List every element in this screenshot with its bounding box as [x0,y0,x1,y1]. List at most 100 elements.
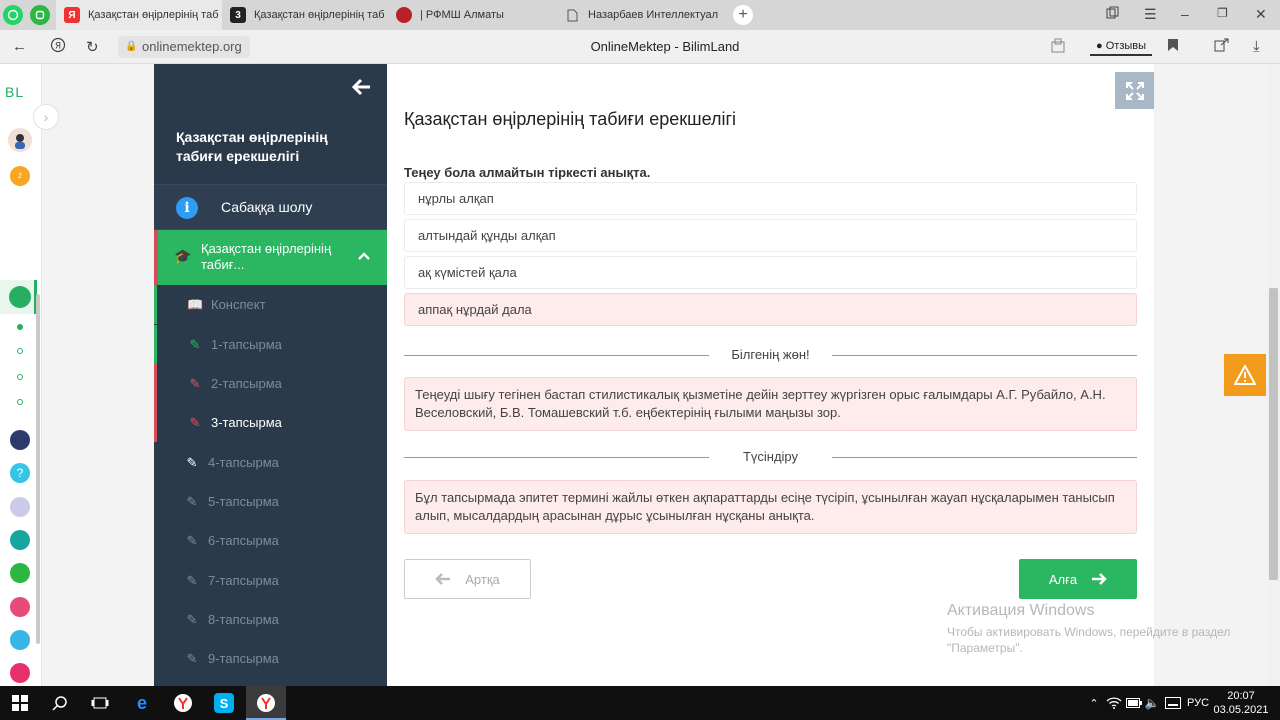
next-button[interactable]: Алға [1019,559,1137,599]
fullscreen-button[interactable] [1115,72,1154,109]
lesson-title: Қазақстан өңірлерінің табиғи ерекшелігі [176,129,328,164]
tab-3[interactable]: | РФМШ Алматы [390,0,554,30]
content-title: Қазақстан өңірлерінің табиғи ерекшелігі [404,109,737,129]
tab-2[interactable]: 3 Қазақстан өңірлерінің таб [224,0,386,30]
battery-icon[interactable] [1124,693,1144,713]
skype-icon[interactable]: S [214,693,234,713]
option-label: нұрлы алқап [418,191,494,206]
back-icon[interactable]: ← [12,38,27,55]
restore-icon[interactable]: ❐ [1217,6,1228,20]
tab-label: Қазақстан өңірлерінің таб [254,9,385,21]
report-error-button[interactable] [1224,354,1266,396]
lesson-navigation: Қазақстан өңірлерінің табиғи ерекшелігі … [154,64,387,686]
bilim-class-icon[interactable] [10,597,30,617]
step-dot[interactable] [17,399,23,405]
close-icon[interactable]: ✕ [1255,6,1267,23]
bilimland-app-icon[interactable] [10,563,30,583]
sidebar-item-task-7[interactable]: ✎ 7-тапсырма [154,561,387,600]
explanation-divider: Түсіндіру [404,448,1137,466]
step-dot[interactable] [17,348,23,354]
bilim-media-icon[interactable] [10,530,30,550]
collections-icon[interactable] [1106,6,1119,22]
sidebar-item-task-8[interactable]: ✎ 8-тапсырма [154,600,387,639]
tuig-icon[interactable] [10,663,30,683]
yandex-browser-icon [257,694,275,712]
yandex-browser-active-taskbar[interactable] [246,686,286,720]
sidebar-item-label: 6-тапсырма [208,533,279,548]
sidebar-item-task-3[interactable]: ✎ 3-тапсырма [154,403,387,442]
wifi-icon[interactable] [1104,693,1124,713]
keyboard-tray-icon[interactable] [1163,693,1183,713]
notification-badge[interactable]: 2 [10,166,30,186]
option-label: алтындай құнды алқап [418,228,556,243]
help-icon[interactable]: ? [10,463,30,483]
windows-start-icon[interactable] [10,693,30,713]
smart-nation-icon[interactable] [10,430,30,450]
menu-icon[interactable]: ☰ [1144,6,1157,23]
test-app-icon[interactable] [10,630,30,650]
scrollbar-thumb[interactable] [1269,288,1278,580]
avatar[interactable] [8,128,32,152]
download-icon[interactable]: ⤓ [1253,38,1260,55]
edit-icon: ✎ [186,493,198,509]
sidebar-item-task-4[interactable]: ✎ 4-тапсырма [154,443,387,482]
edit-icon: ✎ [186,454,198,470]
arrow-left-icon[interactable] [351,78,372,102]
address-bar: ← Я ↻ 🔒 onlinemektep.org OnlineMektep - … [0,30,1280,64]
sidebar-item-task-9[interactable]: ✎ 9-тапсырма [154,639,387,678]
answer-option-2[interactable]: алтындай құнды алқап [404,219,1137,252]
sidebar-item-task-2[interactable]: ✎ 2-тапсырма [154,364,387,403]
expand-icon [1125,81,1144,100]
search-icon[interactable] [50,693,70,713]
sidebar-item-label: 7-тапсырма [208,573,279,588]
tab-label: | РФМШ Алматы [420,9,504,21]
badge-count: 2 [18,172,22,180]
sidebar-scrollbar[interactable] [36,294,40,644]
language-indicator[interactable]: РУС [1187,697,1209,709]
overview-item[interactable]: i Сабаққа шолу [154,184,387,230]
yandex-browser-icon[interactable] [173,693,193,713]
info-icon: i [176,197,198,219]
reload-icon[interactable]: ↻ [86,38,99,56]
bookmark-icon[interactable] [1167,38,1179,56]
answer-option-1[interactable]: нұрлы алқап [404,182,1137,215]
clock-time: 20:07 [1227,690,1255,702]
step-dot[interactable] [17,374,23,380]
onlinemektep-app-active[interactable] [0,280,37,314]
sidebar-item-task-6[interactable]: ✎ 6-тапсырма [154,521,387,560]
feedback-button[interactable]: ● Отзывы [1090,36,1153,56]
knowledge-heading: Білгенің жөн! [731,347,810,362]
edge-icon[interactable]: e [132,693,152,713]
url-text: onlinemektep.org [142,39,242,54]
bilimland-logo: BL [5,84,25,100]
url-field[interactable]: 🔒 onlinemektep.org [118,36,250,58]
tab-4[interactable]: Назарбаев Интеллектуал [558,0,726,30]
pinned-tab-icon[interactable] [30,5,50,25]
sidebar-item-task-1[interactable]: ✎ 1-тапсырма [154,325,387,364]
book-icon: 📖 [187,296,204,312]
tab-1[interactable]: Я Қазақстан өңірлерінің таб [56,0,222,30]
sidebar-item-task-5[interactable]: ✎ 5-тапсырма [154,482,387,521]
page-title: OnlineMektep - BilimLand [590,39,740,54]
tray-chevron-up-icon[interactable]: ⌃ [1084,693,1104,713]
share-icon[interactable] [1214,38,1230,56]
task-view-icon[interactable] [90,693,110,713]
sidebar-item-konspekt[interactable]: 📖 Конспект [154,285,387,324]
yandex-button-icon[interactable]: Я [50,37,66,57]
section-header[interactable]: 🎓 Қазақстан өңірлерінің табиғ... [154,230,387,285]
back-button[interactable]: Артқа [404,559,531,599]
answer-option-3[interactable]: ақ күмістей қала [404,256,1137,289]
whatsapp-icon[interactable] [3,5,23,25]
step-dot-active[interactable] [17,324,23,330]
volume-icon[interactable]: 🔈 [1142,693,1162,713]
minimize-icon[interactable]: – [1181,6,1189,22]
answer-option-4-selected[interactable]: аппақ нұрдай дала [404,293,1137,326]
sidebar-item-label: 3-тапсырма [211,415,282,430]
keyboard-icon[interactable] [10,497,30,517]
new-tab-icon[interactable]: + [733,5,753,25]
clock[interactable]: 20:07 03.05.2021 [1210,689,1272,717]
sidebar-item-label: 1-тапсырма [211,337,282,352]
page-scrollbar[interactable] [1267,64,1280,686]
expand-sidebar-icon[interactable]: › [33,104,59,130]
extension-icon[interactable] [1050,38,1066,58]
